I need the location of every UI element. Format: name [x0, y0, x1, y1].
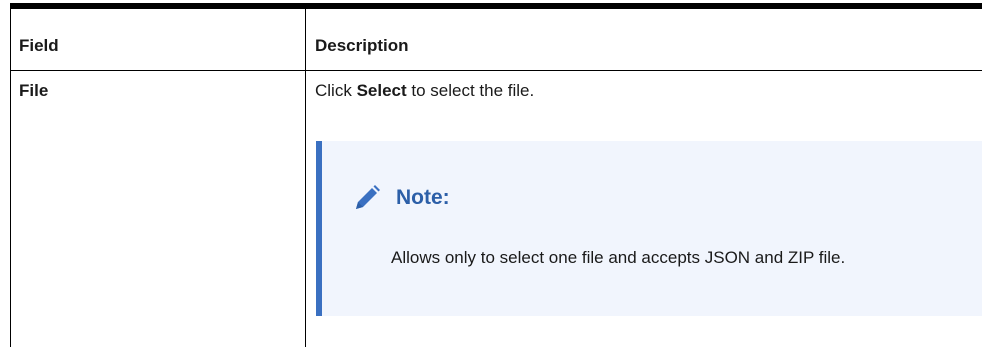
header-field: Field	[19, 36, 59, 55]
note-body: Allows only to select one file and accep…	[391, 248, 846, 267]
row-description: Click Select to select the file.	[315, 81, 534, 101]
field-description-table: Field Description File Click Select to s…	[10, 0, 982, 347]
pencil-icon	[352, 183, 382, 213]
note-callout: Note: Allows only to select one file and…	[316, 141, 982, 316]
header-row-divider	[10, 70, 982, 71]
row-field-name: File	[19, 81, 49, 100]
table-column-divider	[305, 9, 306, 347]
note-header: Note:	[352, 183, 450, 213]
table-top-rule	[10, 3, 982, 9]
desc-text-before: Click	[315, 81, 357, 100]
table-left-border	[10, 9, 11, 347]
desc-text-after: to select the file.	[406, 81, 535, 100]
note-title: Note:	[396, 186, 450, 209]
desc-select-term: Select	[356, 81, 407, 100]
header-description: Description	[315, 36, 409, 55]
